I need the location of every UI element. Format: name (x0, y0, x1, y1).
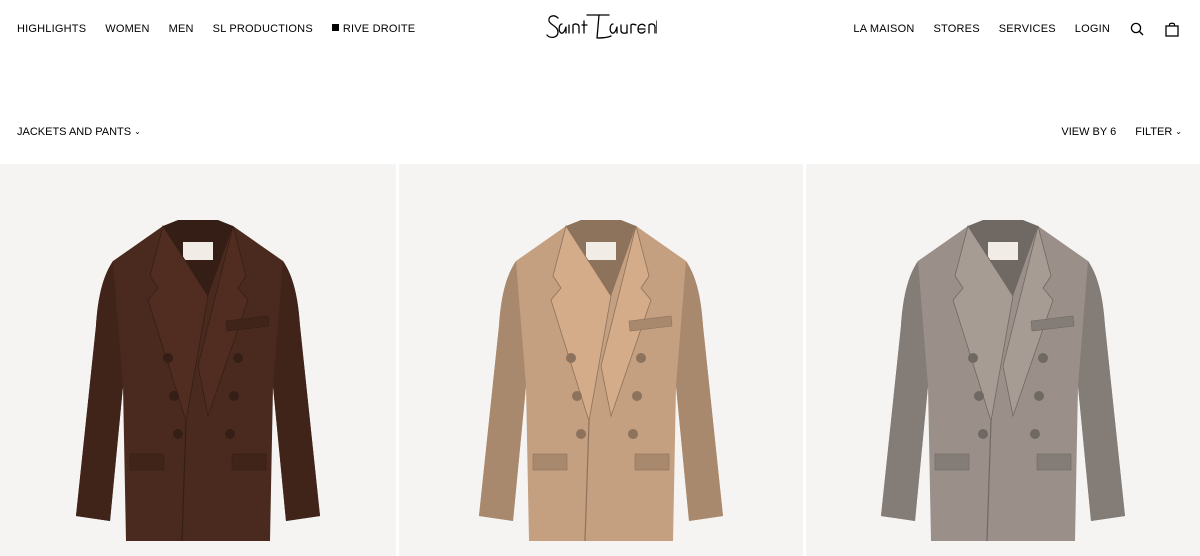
filter-label: FILTER (1135, 126, 1173, 138)
nav-rive-droite[interactable]: RIVE DROITE (331, 23, 416, 35)
product-card[interactable] (806, 164, 1200, 556)
product-card[interactable] (0, 164, 396, 556)
product-card[interactable] (399, 164, 803, 556)
utility-nav: LA MAISON STORES SERVICES LOGIN (853, 18, 1180, 40)
main-nav: HIGHLIGHTS WOMEN MEN SL PRODUCTIONS RIVE… (17, 23, 415, 35)
nav-stores[interactable]: STORES (934, 18, 980, 40)
square-icon (331, 24, 339, 31)
product-image (479, 220, 723, 542)
filter-button[interactable]: FILTER ⌄ (1135, 126, 1182, 138)
chevron-down-icon: ⌄ (1175, 127, 1182, 136)
product-grid (0, 164, 1200, 556)
site-header: HIGHLIGHTS WOMEN MEN SL PRODUCTIONS RIVE… (0, 0, 1200, 58)
listing-toolbar: JACKETS AND PANTS ⌄ VIEW BY 6 FILTER ⌄ (0, 124, 1200, 140)
saint-laurent-logo (546, 14, 658, 39)
nav-la-maison[interactable]: LA MAISON (853, 18, 914, 40)
nav-rive-droite-label: RIVE DROITE (342, 23, 416, 35)
nav-men[interactable]: MEN (169, 23, 194, 35)
nav-highlights[interactable]: HIGHLIGHTS (17, 23, 86, 35)
product-image (881, 220, 1125, 542)
brand-logo[interactable] (545, 11, 658, 43)
nav-login[interactable]: LOGIN (1075, 18, 1110, 40)
nav-sl-productions[interactable]: SL PRODUCTIONS (213, 23, 313, 35)
chevron-down-icon: ⌄ (134, 127, 141, 136)
category-label: JACKETS AND PANTS (17, 126, 132, 138)
shopping-bag-icon[interactable] (1164, 18, 1180, 40)
nav-services[interactable]: SERVICES (999, 18, 1056, 40)
category-dropdown[interactable]: JACKETS AND PANTS ⌄ (17, 126, 141, 138)
product-image (76, 220, 320, 542)
view-by-button[interactable]: VIEW BY 6 (1061, 126, 1116, 138)
search-icon[interactable] (1129, 18, 1145, 40)
nav-women[interactable]: WOMEN (105, 23, 149, 35)
toolbar-actions: VIEW BY 6 FILTER ⌄ (1061, 126, 1182, 138)
